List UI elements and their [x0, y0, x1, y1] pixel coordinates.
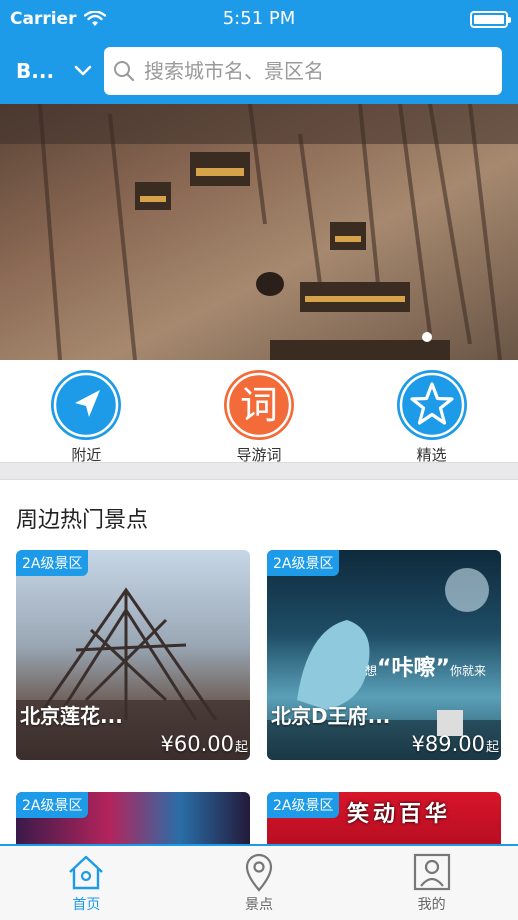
wifi-icon [84, 11, 107, 26]
grade-badge: 2A级景区 [16, 792, 89, 818]
banner-image [0, 104, 518, 360]
nav-row: B... [0, 38, 518, 104]
top-bar: Carrier 5:51 PM B... [0, 0, 518, 104]
price-unit: 起 [234, 740, 248, 755]
city-label: B... [16, 59, 55, 83]
tab-home-label: 首页 [72, 897, 101, 913]
price-amount: ¥60.00 [160, 732, 234, 756]
chevron-down-icon [74, 65, 92, 76]
attraction-card-4[interactable]: 笑动百华 2A级景区 [267, 792, 501, 844]
attraction-card-3[interactable]: 2A级景区 [16, 792, 250, 844]
word-icon: 词 [223, 370, 294, 440]
quick-menu: 附近 词 导游词 精选 [0, 360, 518, 465]
carrier-label: Carrier [10, 9, 77, 29]
section-title: 周边热门景点 [16, 508, 149, 533]
star-icon [396, 370, 467, 440]
section-divider [0, 462, 518, 480]
hot-attractions-section: 周边热门景点 2A级景区 北京莲花... ¥60.00 起 想 “咔嚓” 你就来… [0, 480, 518, 844]
quick-item-nearby[interactable]: 附近 [26, 368, 146, 465]
tab-bar: 首页 景点 我的 [0, 844, 518, 920]
slogan-pre: 想 [365, 664, 378, 678]
quick-item-guide-words[interactable]: 词 导游词 [199, 368, 319, 465]
word-icon-glyph: 词 [240, 383, 278, 427]
status-bar: Carrier [0, 0, 518, 38]
carousel-dot-active[interactable] [422, 332, 432, 342]
grade-badge: 2A级景区 [267, 550, 340, 576]
city-selector[interactable]: B... [16, 59, 104, 83]
grade-badge: 2A级景区 [16, 550, 89, 576]
tab-mine[interactable]: 我的 [345, 846, 518, 920]
slogan-mid: “咔嚓” [377, 656, 450, 681]
home-icon [69, 855, 104, 890]
battery-icon [470, 10, 511, 28]
grade-badge: 2A级景区 [267, 792, 340, 818]
status-left: Carrier [10, 9, 107, 29]
attraction-name: 北京D王府... [271, 704, 391, 728]
quick-item-featured[interactable]: 精选 [372, 368, 492, 465]
tab-spots[interactable]: 景点 [173, 846, 346, 920]
search-input[interactable] [144, 59, 474, 83]
price-unit: 起 [485, 740, 499, 755]
slogan-post: 你就来 [449, 664, 486, 678]
price-amount: ¥89.00 [411, 732, 485, 756]
card-banner-text: 笑动百华 [347, 802, 452, 827]
attraction-price: ¥89.00 起 [412, 732, 500, 756]
search-icon [114, 61, 135, 82]
attraction-name: 北京莲花... [20, 704, 123, 728]
tab-mine-label: 我的 [417, 897, 446, 913]
attraction-price: ¥60.00 起 [161, 732, 249, 756]
poster-slogan: 想 “咔嚓” 你就来 [365, 650, 486, 682]
location-pin-icon [245, 853, 273, 892]
carousel-dots [422, 332, 432, 342]
navigation-arrow-icon [51, 370, 122, 440]
search-box[interactable] [104, 47, 502, 95]
attraction-card-2[interactable]: 想 “咔嚓” 你就来 2A级景区 北京D王府... ¥89.00 起 [267, 550, 501, 760]
tab-home[interactable]: 首页 [0, 846, 173, 920]
banner-carousel[interactable] [0, 104, 518, 360]
profile-icon [413, 853, 450, 891]
tab-spots-label: 景点 [245, 897, 273, 913]
attraction-card-1[interactable]: 2A级景区 北京莲花... ¥60.00 起 [16, 550, 250, 760]
